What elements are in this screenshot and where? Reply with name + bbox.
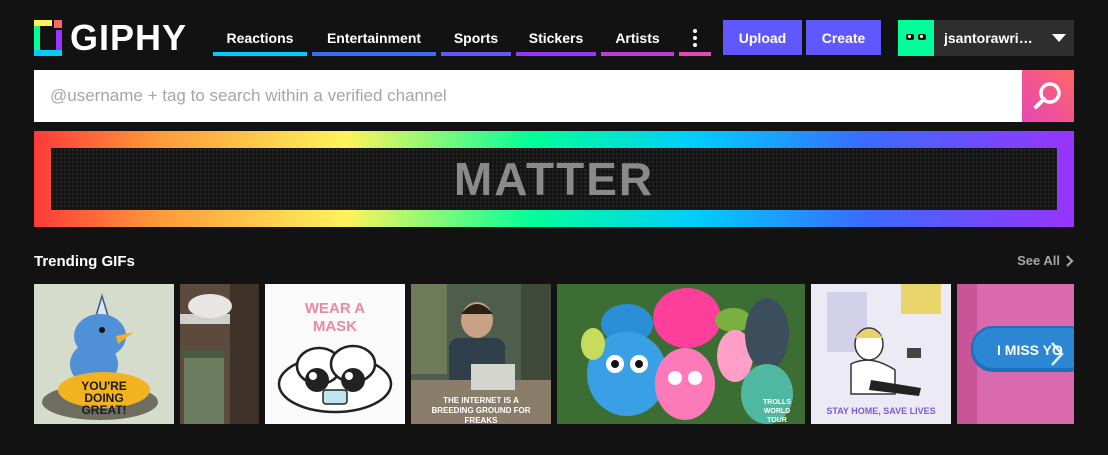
nav-stickers[interactable]: Stickers: [516, 20, 596, 56]
search-bar: [34, 70, 1074, 122]
giphy-logo[interactable]: GIPHY: [34, 20, 187, 56]
gif-thumbnail[interactable]: STAY HOME, SAVE LIVES: [811, 284, 951, 424]
nav-reactions[interactable]: Reactions: [213, 20, 307, 56]
gif-caption: THE INTERNET IS A BREEDING GROUND FOR FR…: [431, 396, 531, 424]
main-nav: Reactions Entertainment Sports Stickers …: [213, 20, 711, 56]
nav-artists[interactable]: Artists: [601, 20, 674, 56]
carousel-next-button[interactable]: [1044, 338, 1070, 370]
gif-caption: YOU'RE DOING GREAT!: [81, 379, 127, 417]
chevron-right-icon: [1051, 342, 1064, 366]
giphy-logo-icon: [34, 20, 62, 56]
banner-text: MATTER: [453, 153, 655, 205]
trending-title: Trending GIFs: [34, 253, 135, 270]
gif-caption: TROLLS WORLD TOUR: [763, 399, 791, 424]
see-all-link[interactable]: See All: [1017, 253, 1074, 268]
search-button[interactable]: [1022, 70, 1074, 122]
avatar: [898, 20, 934, 56]
cloud-illustration: [277, 344, 393, 414]
username: jsantorawri…: [944, 30, 1033, 46]
more-vertical-icon[interactable]: [679, 20, 711, 56]
gif-thumbnail[interactable]: YOU'RE DOING GREAT!: [34, 284, 174, 424]
search-input[interactable]: [34, 70, 1022, 122]
chevron-right-icon: [1066, 254, 1074, 267]
nav-entertainment[interactable]: Entertainment: [312, 20, 436, 56]
gif-thumbnail[interactable]: WEAR A MASK: [265, 284, 405, 424]
site-header: GIPHY Reactions Entertainment Sports Sti…: [0, 0, 1108, 70]
gif-thumbnail[interactable]: TROLLS WORLD TOUR: [557, 284, 805, 424]
create-button[interactable]: Create: [806, 20, 881, 55]
gif-caption: STAY HOME, SAVE LIVES: [826, 406, 936, 416]
user-menu[interactable]: jsantorawri…: [898, 20, 1074, 56]
nav-sports[interactable]: Sports: [441, 20, 511, 56]
promo-banner[interactable]: MATTER: [34, 131, 1074, 227]
stay-home-illustration: [811, 284, 951, 424]
cat-illustration: [180, 284, 259, 424]
gif-thumbnail[interactable]: [180, 284, 259, 424]
caret-down-icon: [1052, 34, 1066, 42]
gif-thumbnail[interactable]: THE INTERNET IS A BREEDING GROUND FOR FR…: [411, 284, 551, 424]
trending-gifs-carousel: YOU'RE DOING GREAT! WEAR A MASK THE INTE…: [34, 284, 1074, 424]
banner-inner: MATTER: [51, 148, 1057, 210]
upload-button[interactable]: Upload: [723, 20, 802, 55]
see-all-label: See All: [1017, 253, 1060, 268]
logo-text: GIPHY: [70, 17, 188, 58]
search-icon: [1034, 82, 1061, 109]
